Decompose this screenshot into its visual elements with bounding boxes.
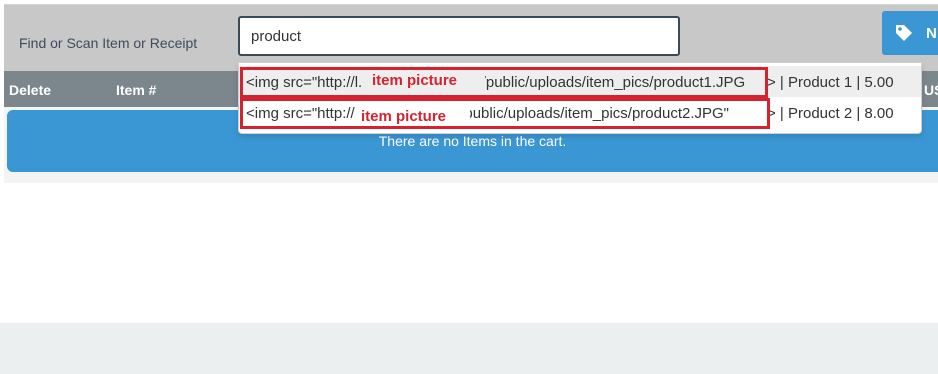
tag-icon (895, 24, 913, 46)
column-header-delete: Delete (9, 82, 52, 98)
search-input[interactable] (238, 16, 680, 56)
annotation-box (240, 98, 770, 129)
suggestion-details: > | Product 2 | 8.00 (767, 105, 894, 122)
annotation-box (240, 67, 768, 98)
annotation-label: item picture (361, 108, 447, 125)
footer-band (0, 323, 938, 374)
new-item-label: N (926, 25, 937, 42)
column-header-price: USD (924, 82, 938, 98)
new-item-button[interactable]: N (882, 11, 938, 55)
suggestion-details: > | Product 1 | 5.00 (767, 74, 894, 91)
column-header-item-number: Item # (116, 82, 157, 98)
search-label: Find or Scan Item or Receipt (19, 35, 198, 51)
annotation-label: item picture (372, 72, 458, 89)
